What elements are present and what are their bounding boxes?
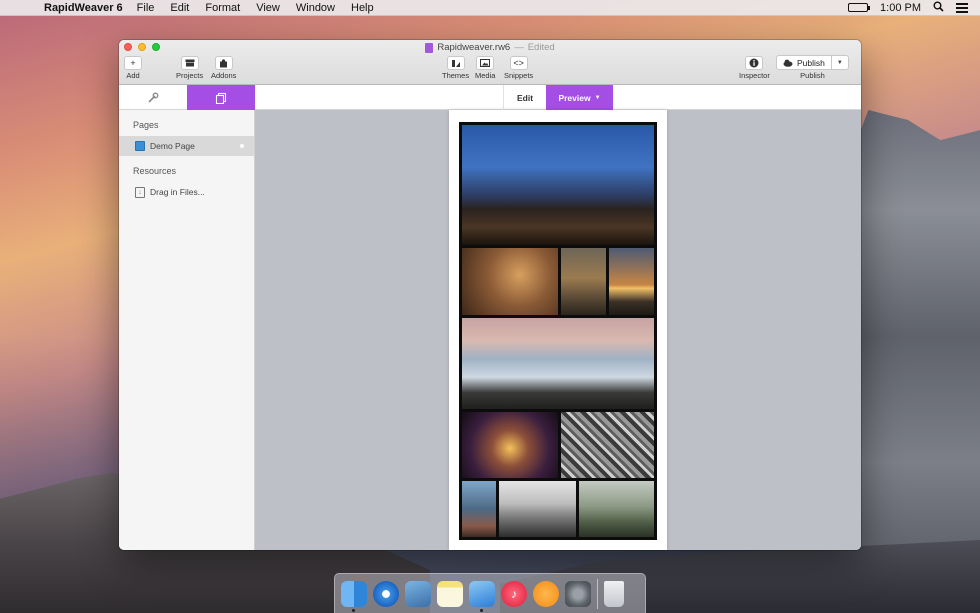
sidebar-item-label: Demo Page [150, 141, 195, 151]
tab-pages[interactable] [187, 85, 255, 110]
notes-icon[interactable] [437, 580, 463, 607]
dock: ♪ [334, 573, 646, 613]
add-button[interactable]: + [124, 56, 142, 70]
window-title: Rapidweaver.rw6 — Edited [119, 42, 861, 53]
menu-format[interactable]: Format [197, 2, 248, 14]
document-status: Edited [527, 42, 555, 53]
box-icon [185, 59, 195, 67]
addons-label: Addons [211, 71, 237, 80]
safari-icon[interactable] [373, 580, 399, 607]
preview-mode-button[interactable]: Preview ▼ [546, 85, 613, 110]
themes-tool[interactable]: Themes [442, 56, 469, 80]
resources-heading: Resources [133, 166, 177, 176]
addons-button[interactable] [214, 56, 233, 70]
wrench-icon [148, 92, 159, 103]
pages-stack-icon [215, 92, 227, 104]
publish-button-label: Publish [797, 57, 825, 68]
sidebar-item-demo-page[interactable]: Demo Page [119, 136, 254, 156]
inspector-button[interactable] [745, 56, 764, 70]
publish-dropdown-chevron-icon[interactable]: ▼ [832, 56, 848, 69]
chevron-down-icon: ▼ [594, 94, 601, 101]
photo-pebble-beach[interactable] [499, 481, 576, 537]
media-button[interactable] [476, 56, 495, 70]
add-label: Add [126, 71, 140, 80]
snippets-button[interactable]: <> [509, 56, 528, 70]
document-name: Rapidweaver.rw6 [437, 42, 511, 53]
publish-button-group[interactable]: Publish ▼ [776, 55, 849, 70]
photo-stone-tower[interactable] [561, 248, 606, 315]
spotlight-search-icon[interactable] [933, 1, 944, 15]
title-separator: — [514, 42, 524, 53]
info-icon [749, 58, 759, 68]
photo-sunset-coast[interactable] [609, 248, 654, 315]
preview-area[interactable] [255, 110, 861, 550]
projects-tool[interactable]: Projects [176, 56, 203, 80]
download-file-icon: ↓ [135, 186, 145, 198]
rapidweaver-window: Rapidweaver.rw6 — Edited + Add Projects … [119, 40, 861, 550]
photo-night-village[interactable] [462, 125, 654, 245]
image-icon [480, 59, 491, 67]
menu-view[interactable]: View [248, 2, 288, 14]
media-tool[interactable]: Media [475, 56, 495, 80]
resources-drop-zone[interactable]: ↓ Drag in Files... [119, 182, 254, 202]
addons-tool[interactable]: Addons [211, 56, 236, 80]
snippets-tool[interactable]: <> Snippets [504, 56, 533, 80]
document-icon [425, 42, 434, 53]
snippets-label: Snippets [504, 71, 534, 80]
photo-child-water[interactable] [462, 481, 496, 537]
brush-icon [451, 59, 460, 67]
edit-mode-button[interactable]: Edit [503, 85, 546, 110]
window-body: Pages Demo Page Resources ↓ Drag in File… [119, 110, 861, 550]
menu-edit[interactable]: Edit [162, 2, 197, 14]
preview-mode-label: Preview [558, 92, 591, 103]
cloud-upload-icon [783, 59, 793, 67]
code-brackets-icon: <> [513, 58, 524, 68]
preview-page [449, 110, 667, 550]
add-tool[interactable]: + Add [124, 56, 142, 80]
publish-tool[interactable]: Publish ▼ Publish [776, 55, 849, 80]
photo-rocky-shore[interactable] [462, 318, 654, 409]
resources-drop-label: Drag in Files... [150, 187, 205, 197]
menu-app-name[interactable]: RapidWeaver 6 [36, 2, 129, 14]
themes-button[interactable] [446, 56, 465, 70]
plus-icon: + [130, 58, 136, 68]
finder-icon[interactable] [341, 580, 367, 612]
publish-button[interactable]: Publish [777, 56, 832, 69]
page-icon [135, 141, 145, 151]
projects-label: Projects [176, 71, 204, 80]
dock-separator [597, 578, 598, 609]
menu-help[interactable]: Help [343, 2, 382, 14]
itunes-icon[interactable]: ♪ [501, 580, 527, 607]
trash-icon[interactable] [604, 580, 624, 607]
media-label: Media [475, 71, 496, 80]
window-titlebar: Rapidweaver.rw6 — Edited + Add Projects … [119, 40, 861, 85]
photo-gallery [459, 122, 657, 540]
inspector-tool[interactable]: Inspector [739, 56, 770, 80]
menu-file[interactable]: File [129, 2, 163, 14]
projects-button[interactable] [180, 56, 199, 70]
menu-window[interactable]: Window [288, 2, 343, 14]
sidebar: Pages Demo Page Resources ↓ Drag in File… [119, 110, 255, 550]
xcode-icon[interactable] [469, 580, 495, 612]
notification-center-icon[interactable] [956, 1, 968, 15]
menubar-clock[interactable]: 1:00 PM [880, 2, 921, 14]
photo-person-bench[interactable] [579, 481, 654, 537]
tab-tools[interactable] [119, 85, 187, 110]
photo-bokeh-lights[interactable] [462, 412, 558, 478]
mail-icon[interactable] [405, 580, 431, 607]
photo-crowd-bw[interactable] [561, 412, 654, 478]
photo-bicycle-window[interactable] [462, 248, 558, 315]
menu-bar: RapidWeaver 6 File Edit Format View Wind… [0, 0, 980, 16]
themes-label: Themes [442, 71, 470, 80]
system-preferences-icon[interactable] [565, 580, 591, 607]
publish-label: Publish [800, 71, 825, 80]
pages-heading: Pages [133, 120, 159, 130]
view-tab-row: Edit Preview ▼ [119, 85, 861, 110]
battery-icon[interactable] [848, 3, 871, 12]
puzzle-icon [219, 58, 227, 67]
inspector-label: Inspector [739, 71, 770, 80]
ibooks-icon[interactable] [533, 580, 559, 607]
